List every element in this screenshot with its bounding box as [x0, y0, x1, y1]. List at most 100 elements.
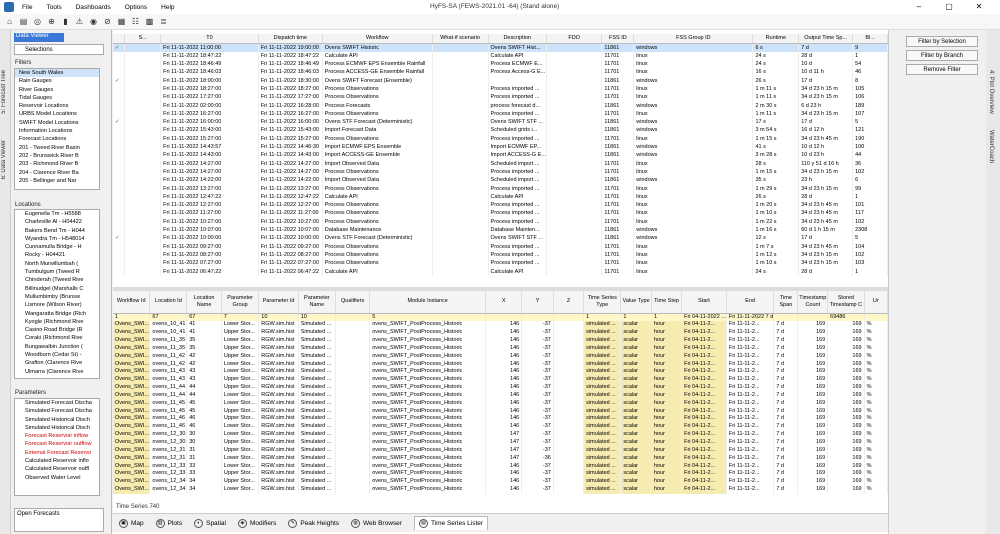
forecast-runs-table[interactable]: S... T0 Dispatch time Workflow What-if scena…	[113, 34, 888, 286]
filter-cell[interactable]	[335, 313, 371, 322]
location-item[interactable]: Tumbulgum (Tweed R	[15, 268, 99, 276]
table-row[interactable]: Ovens_SWI... ovens_11_45 45 Upper Stor... RG…	[113, 407, 888, 416]
filter-item[interactable]: 203 - Richmond River B	[15, 160, 99, 168]
filter-item[interactable]: 201 - Tweed River Basin	[15, 144, 99, 152]
tab-peak-heights[interactable]: ✎ Peak Heights	[288, 518, 339, 528]
location-item[interactable]: Wangaratta Bridge (Rich	[15, 310, 99, 318]
parameter-item[interactable]: Observed Water Level	[15, 474, 99, 482]
table-row[interactable]: Fri 11-11-2022 06:47:22 Fri 11-11-2022 06…	[113, 267, 888, 276]
table-row[interactable]: Fri 11-11-2022 10:27:00 Fri 11-11-2022 10…	[113, 217, 888, 227]
table-row[interactable]: Ovens_SWI... ovens_11_44 44 Lower Stor... RG…	[113, 391, 888, 400]
tab-modifiers[interactable]: ◈ Modifiers	[237, 518, 276, 528]
column-header[interactable]: Parameter Name	[298, 291, 337, 314]
menu-help[interactable]: Help	[161, 4, 174, 11]
table-row[interactable]: Fri 11-11-2022 15:43:00 Fri 11-11-2022 15…	[113, 126, 888, 135]
table-row[interactable]: Ovens_SWI... ovens_11_44 44 Upper Stor... RG…	[113, 384, 888, 392]
table-row[interactable]: Ovens_SWI... ovens_11_43 43 Lower Stor... RG…	[113, 368, 888, 377]
table-row[interactable]: Fri 11-11-2022 07:27:00 Fri 11-11-2022 07…	[113, 259, 888, 268]
minimize-button[interactable]: –	[904, 2, 934, 11]
table-row[interactable]: Fri 11-11-2022 10:07:00 Fri 11-11-2022 10…	[113, 226, 888, 235]
table-row[interactable]: Ovens_SWI... ovens_12_31 31 Lower Stor... RG…	[113, 454, 888, 463]
tab-time-series-lister[interactable]: ▤ Time Series Lister	[413, 516, 489, 530]
filter-item[interactable]: New South Wales	[15, 69, 99, 78]
filter-cell[interactable]: 10	[258, 313, 299, 322]
filters-tree[interactable]: New South Wales Rain Gauges River Gauges Ti…	[14, 68, 100, 190]
column-header[interactable]: Workflow Id	[113, 291, 151, 314]
table-row[interactable]: Ovens_SWI... ovens_11_45 45 Lower Stor... RG…	[113, 399, 888, 408]
filter-item[interactable]: Information Locations	[15, 127, 99, 135]
column-header[interactable]	[113, 34, 126, 44]
location-item[interactable]: Mullumbimby (Brunsw	[15, 293, 99, 301]
column-header[interactable]: Parameter Id	[258, 291, 299, 314]
filter-cell[interactable]: Fri 04-11-2022 ...	[681, 313, 727, 322]
table-row[interactable]: Fri 11-11-2022 09:27:00 Fri 11-11-2022 09…	[113, 242, 888, 251]
filter-cell[interactable]	[864, 313, 888, 322]
table-row[interactable]: Fri 11-11-2022 12:27:00 Fri 11-11-2022 12…	[113, 201, 888, 210]
filter-cell[interactable]: 1	[651, 313, 683, 322]
column-header[interactable]: X	[485, 291, 523, 314]
table-row[interactable]: Ovens_SWI... ovens_10_41 41 Upper Stor... RG…	[113, 329, 888, 338]
column-header[interactable]: FSS Group ID	[633, 34, 754, 44]
location-item[interactable]: Kyogle (Richmond Rive	[15, 318, 99, 326]
table-row[interactable]: Ovens_SWI... ovens_12_33 33 Lower Stor... RG…	[113, 462, 888, 471]
parameter-item[interactable]: External Forecast Reservo	[15, 449, 99, 457]
filter-item[interactable]: 205 - Bellinger and Nar	[15, 177, 99, 185]
forecast-icon[interactable]: ▤	[18, 16, 29, 27]
filter-cell[interactable]: 10	[298, 313, 337, 322]
filter-row[interactable]: 1 67 67 7 10 10 5 1 1 1 Fri 04-11-2022 ... Fri 11-1…	[113, 313, 888, 322]
column-header[interactable]: Location Id	[149, 291, 188, 314]
table-row[interactable]: Fri 11-11-2022 18:46:49 Fri 11-11-2022 18…	[113, 60, 888, 69]
table-row[interactable]: Ovens_SWI... ovens_11_35 35 Lower Stor... RG…	[113, 337, 888, 345]
parameter-item[interactable]: Forecast Reservoir inflow	[15, 432, 99, 440]
chart-icon[interactable]: ▮	[60, 16, 71, 27]
column-header[interactable]: Dispatch time	[258, 34, 323, 44]
home-icon[interactable]: ⌂	[4, 16, 15, 27]
column-header[interactable]: End	[726, 291, 775, 314]
grid-icon[interactable]: ▦	[116, 16, 127, 27]
tab-map[interactable]: ▣ Map	[119, 518, 144, 528]
filter-item[interactable]: 202 - Brunswick River B	[15, 152, 99, 160]
filter-cell[interactable]: 1	[113, 313, 151, 322]
table-row[interactable]: Ovens_SWI... ovens_12_30 30 Lower Stor... RG…	[113, 431, 888, 439]
table-row[interactable]: Ovens_SWI... ovens_11_35 35 Upper Stor... RG…	[113, 344, 888, 353]
table-row[interactable]: Ovens_SWI... ovens_10_41 41 Lower Stor... RG…	[113, 321, 888, 330]
column-header[interactable]: S...	[124, 34, 162, 44]
column-header[interactable]: Time Series Type	[583, 291, 622, 314]
column-header[interactable]: Location Name	[186, 291, 222, 314]
column-header[interactable]: Qualifiers	[335, 291, 371, 314]
table-row[interactable]: Ovens_SWI... ovens_11_42 42 Lower Stor... RG…	[113, 360, 888, 369]
table-row[interactable]: Fri 11-11-2022 14:22:00 Fri 11-11-2022 14…	[113, 176, 888, 185]
tab-plots[interactable]: ▥ Plots	[155, 518, 182, 528]
filter-item[interactable]: Rain Gauges	[15, 77, 99, 85]
filter-item[interactable]: Forecast Locations	[15, 135, 99, 143]
column-header[interactable]: Start	[681, 291, 727, 314]
table-row[interactable]: Ovens_SWI... ovens_12_30 30 Upper Stor... RG…	[113, 439, 888, 447]
filter-cell[interactable]	[553, 313, 585, 322]
location-item[interactable]: North Murwillumbah (	[15, 260, 99, 268]
globe-icon[interactable]: ◎	[32, 16, 43, 27]
column-header[interactable]: FDO	[546, 34, 603, 44]
maximize-button[interactable]: ▢	[934, 2, 964, 11]
filter-item[interactable]: Reservoir Locations	[15, 102, 99, 110]
table-row[interactable]: Fri 11-11-2022 14:43:00 Fri 11-11-2022 14…	[113, 151, 888, 160]
column-header[interactable]: Z	[553, 291, 585, 314]
filter-item[interactable]: Tidal Gauges	[15, 94, 99, 102]
table-icon[interactable]: ☷	[130, 16, 141, 27]
location-item[interactable]: Bungawalbin Junction (	[15, 343, 99, 351]
tab-watercoach[interactable]: WaterCoach	[988, 130, 994, 163]
menu-dashboards[interactable]: Dashboards	[76, 4, 111, 11]
table-row[interactable]: Ovens_SWI... ovens_12_31 31 Upper Stor... RG…	[113, 446, 888, 455]
filter-cell[interactable]: 1	[620, 313, 652, 322]
column-header[interactable]: FSS ID	[601, 34, 635, 44]
table-row[interactable]: Fri 11-11-2022 16:27:00 Fri 11-11-2022 16…	[113, 109, 888, 119]
table-row[interactable]: Fri 11-11-2022 02:00:00 Fri 11-11-2022 16…	[113, 101, 888, 110]
column-header[interactable]: Description	[488, 34, 547, 44]
column-header[interactable]: Value Type	[620, 291, 652, 314]
layers-icon[interactable]: ≣	[158, 16, 169, 27]
table-row[interactable]: Fri 11-11-2022 15:27:00 Fri 11-11-2022 15…	[113, 134, 888, 144]
table-row[interactable]: Ovens_SWI... ovens_12_34 34 Lower Stor... RG…	[113, 486, 888, 494]
filter-by-branch-button[interactable]: Filter by Branch	[906, 50, 978, 61]
location-item[interactable]: Charleville Al - H04422	[15, 218, 99, 226]
table-row[interactable]: ✓ Fri 11-11-2022 11:00:00 Fri 11-11-2022 1…	[113, 43, 888, 52]
palette-icon[interactable]: ▩	[144, 16, 155, 27]
